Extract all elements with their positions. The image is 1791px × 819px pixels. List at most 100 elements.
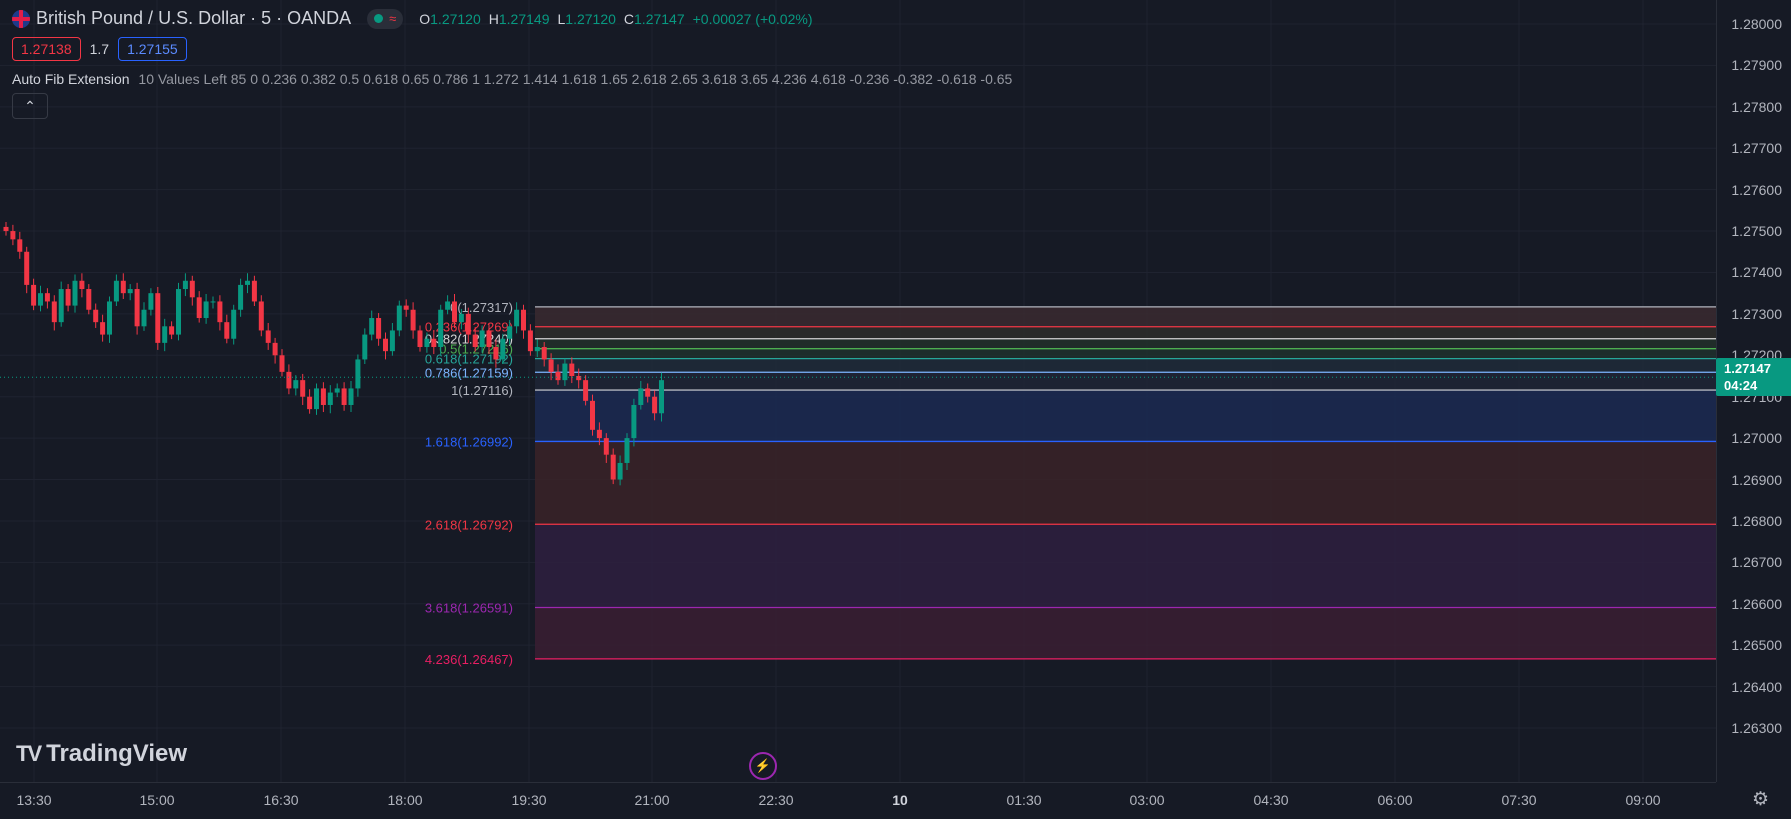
- candle-body: [327, 392, 333, 405]
- candle-body: [100, 322, 106, 335]
- candle-body: [369, 318, 375, 335]
- indicator-legend[interactable]: Auto Fib Extension 10 Values Left 85 0 0…: [12, 71, 1012, 87]
- price-tick-label: 1.26900: [1731, 471, 1782, 488]
- candle-body: [555, 371, 561, 381]
- time-tick-label: 13:30: [16, 792, 52, 808]
- candle-body: [341, 388, 347, 405]
- candle-body: [631, 404, 637, 439]
- time-tick-label: 21:00: [634, 792, 670, 808]
- candle-body: [189, 280, 195, 298]
- candle-body: [479, 330, 485, 348]
- candle-body: [334, 388, 340, 393]
- tradingview-logo[interactable]: TV TradingView: [16, 740, 187, 768]
- price-tick-label: 1.27800: [1731, 98, 1782, 115]
- candle-body: [645, 388, 651, 397]
- lightning-icon[interactable]: ⚡: [749, 752, 777, 780]
- last-price-value: 1.27147: [1724, 361, 1771, 377]
- sell-button[interactable]: 1.27138: [12, 37, 81, 61]
- candle-body: [203, 301, 209, 319]
- chart-legend: British Pound / U.S. Dollar · 5 · OANDA …: [12, 8, 1012, 119]
- candle-body: [86, 289, 92, 310]
- candle-body: [307, 396, 313, 410]
- fib-zone: [535, 326, 1716, 339]
- price-tick-label: 1.27400: [1731, 264, 1782, 281]
- candle-body: [182, 280, 188, 290]
- gear-icon[interactable]: ⚙: [1752, 788, 1769, 811]
- buy-button[interactable]: 1.27155: [118, 37, 187, 61]
- time-tick-label: 06:00: [1377, 792, 1413, 808]
- price-tick-label: 1.26600: [1731, 595, 1782, 612]
- price-tick-label: 1.27500: [1731, 223, 1782, 240]
- candle-body: [245, 280, 250, 285]
- trade-row: 1.27138 1.7 1.27155: [12, 37, 1012, 61]
- fib-level-label: 0.786(1.27159): [425, 365, 513, 380]
- candle-body: [403, 305, 409, 310]
- candle-body: [396, 305, 402, 331]
- indicator-params: 10 Values Left 85 0 0.236 0.382 0.5 0.61…: [138, 71, 1013, 87]
- bar-countdown: 04:24: [1724, 378, 1758, 394]
- candle-body: [162, 326, 168, 343]
- price-tick-label: 1.26800: [1731, 512, 1782, 529]
- candle-body: [127, 289, 133, 294]
- open-key: O: [419, 10, 431, 27]
- symbol-title[interactable]: British Pound / U.S. Dollar · 5 · OANDA: [36, 8, 351, 29]
- candle-body: [383, 338, 388, 352]
- candle-body: [272, 342, 278, 356]
- fib-zone: [535, 390, 1716, 442]
- candle-body: [362, 334, 368, 360]
- candle-body: [514, 309, 520, 327]
- time-tick-label: 16:30: [263, 792, 299, 808]
- candle-body: [120, 280, 126, 294]
- candle-body: [314, 388, 319, 410]
- candle-body: [224, 322, 230, 339]
- candle-body: [72, 280, 78, 306]
- fib-zone: [535, 348, 1716, 359]
- time-tick-label: 18:00: [387, 792, 423, 808]
- candle-body: [376, 318, 382, 339]
- candle-body: [44, 293, 50, 302]
- candle-body: [31, 284, 37, 306]
- tradingview-logo-icon: TV: [16, 741, 42, 766]
- candle-body: [521, 309, 526, 331]
- candle-body: [196, 297, 202, 319]
- candle-body: [58, 289, 64, 323]
- high-key: H: [488, 10, 499, 27]
- candle-body: [576, 376, 582, 381]
- candle-body: [610, 454, 616, 480]
- collapse-legend-button[interactable]: ⌃: [12, 93, 48, 119]
- candle-body: [286, 371, 292, 389]
- time-tick-label: 22:30: [758, 792, 794, 808]
- candle-body: [3, 226, 9, 232]
- change-value: +0.00027 (+0.02%): [692, 10, 813, 27]
- candle-body: [424, 338, 430, 348]
- fib-zone: [535, 524, 1716, 608]
- fib-level-label: 0(1.27317): [450, 300, 513, 315]
- high-value: 1.27149: [498, 10, 550, 27]
- candle-body: [17, 239, 23, 252]
- candle-body: [320, 388, 326, 405]
- candle-body: [141, 309, 147, 327]
- market-status-pill[interactable]: ≈: [367, 8, 404, 29]
- candle-body: [210, 301, 216, 303]
- price-tick-label: 1.27700: [1731, 140, 1782, 157]
- candle-body: [79, 280, 85, 290]
- candle-body: [624, 438, 630, 463]
- fib-level-label: 1.618(1.26992): [425, 434, 513, 449]
- candle-body: [389, 330, 395, 352]
- candle-body: [93, 309, 99, 323]
- fib-zone: [535, 441, 1716, 525]
- candle-body: [348, 388, 354, 405]
- time-tick-label: 19:30: [511, 792, 547, 808]
- candle-body: [431, 338, 437, 348]
- price-tick-label: 1.26300: [1731, 720, 1782, 736]
- market-open-dot-icon: [374, 14, 384, 23]
- logo-text: TradingView: [46, 740, 188, 767]
- indicator-name[interactable]: Auto Fib Extension: [12, 71, 130, 87]
- time-scale[interactable]: 13:30 15:00 16:30 18:00 19:30 21:00 22:30 10 01:…: [0, 782, 1716, 819]
- candle-body: [279, 355, 285, 372]
- candle-body: [134, 289, 140, 327]
- time-tick-label: 07:30: [1501, 792, 1537, 808]
- candle-body: [583, 380, 589, 401]
- candle-body: [107, 301, 112, 335]
- fib-level-label: 3.618(1.26591): [425, 600, 513, 615]
